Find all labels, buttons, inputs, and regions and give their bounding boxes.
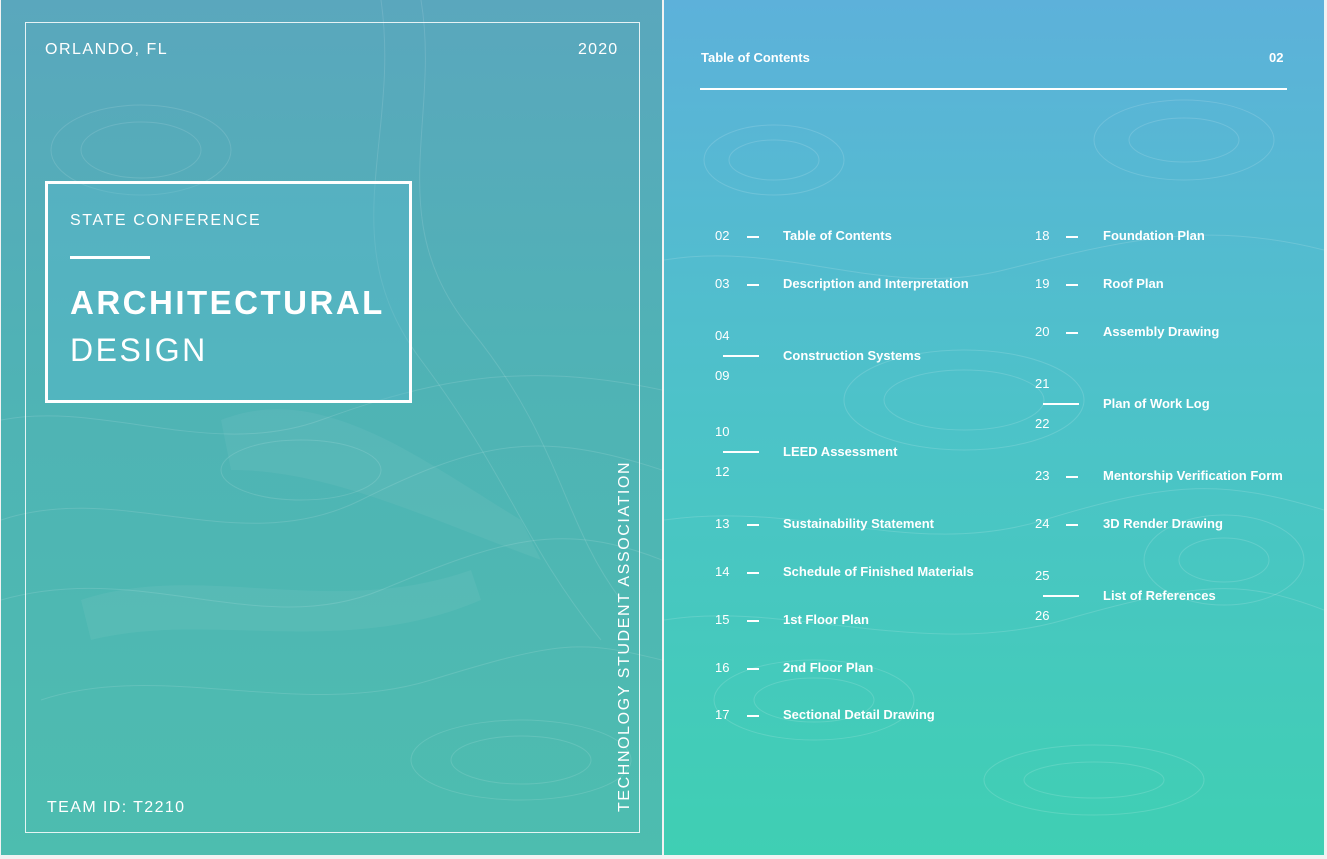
title-box: STATE CONFERENCE ARCHITECTURAL DESIGN — [45, 181, 412, 403]
toc-entry-dash — [747, 715, 759, 717]
contour-texture — [664, 99, 1324, 816]
toc-entry-label: Schedule of Finished Materials — [783, 564, 974, 579]
toc-entry-dash — [747, 620, 759, 622]
toc-entry-dash — [1066, 284, 1078, 286]
toc-entry-label: Table of Contents — [783, 228, 892, 243]
toc-entry-label: Sectional Detail Drawing — [783, 707, 935, 722]
team-id: TEAM ID: T2210 — [47, 799, 186, 816]
toc-entry-page-start: 25 — [1035, 568, 1050, 583]
toc-entry-dash — [747, 572, 759, 574]
toc-entry-dash — [1066, 476, 1078, 478]
toc-entry-page: 19 — [1035, 276, 1050, 291]
toc-entry-label: 2nd Floor Plan — [783, 660, 874, 675]
toc-entry-label: 1st Floor Plan — [783, 612, 869, 627]
title-main: ARCHITECTURAL — [70, 284, 385, 321]
toc-entry-label: Description and Interpretation — [783, 276, 969, 291]
toc-header: Table of Contents — [701, 50, 810, 65]
cover-location: ORLANDO, FL — [45, 41, 169, 58]
toc-entry-page-start: 21 — [1035, 376, 1050, 391]
toc-entry-dash — [747, 284, 759, 286]
cover-page: ORLANDO, FL 2020 STATE CONFERENCE ARCHIT… — [1, 0, 662, 855]
toc-entry-dash — [747, 524, 759, 526]
toc-entry-label: Roof Plan — [1103, 276, 1164, 291]
toc-entry-page-end: 26 — [1035, 608, 1050, 623]
toc-entry-label: Plan of Work Log — [1103, 396, 1210, 411]
title-kicker: STATE CONFERENCE — [70, 212, 262, 229]
toc-entry-dash — [1043, 595, 1079, 597]
toc-entry-label: List of References — [1103, 588, 1216, 603]
toc-entry-page-end: 09 — [715, 368, 730, 383]
toc-entry-dash — [723, 451, 759, 453]
toc-entry-dash — [747, 236, 759, 238]
toc-entry-label: Construction Systems — [783, 348, 921, 363]
toc-entry-label: Sustainability Statement — [783, 516, 934, 531]
toc-entry-label: Foundation Plan — [1103, 228, 1205, 243]
toc-entry-dash — [1066, 332, 1078, 334]
toc-entry-page-end: 12 — [715, 464, 730, 479]
toc-entry-page: 02 — [715, 228, 730, 243]
toc-entry-page-start: 10 — [715, 424, 730, 439]
toc-entry-dash — [1066, 524, 1078, 526]
toc-entry-page: 13 — [715, 516, 730, 531]
toc-entry-dash — [1043, 403, 1079, 405]
toc-page: Table of Contents 02 02 Table of Content… — [664, 0, 1324, 855]
toc-entry-page-start: 04 — [715, 328, 730, 343]
toc-entry-label: Mentorship Verification Form — [1103, 468, 1283, 483]
toc-entry-page: 24 — [1035, 516, 1050, 531]
toc-page-number: 02 — [1269, 50, 1284, 65]
toc-entry-page-end: 22 — [1035, 416, 1050, 431]
toc-entry-label: 3D Render Drawing — [1103, 516, 1223, 531]
title-sub: DESIGN — [70, 332, 208, 368]
toc-entry-page: 20 — [1035, 324, 1050, 339]
organization-name: TECHNOLOGY STUDENT ASSOCIATION — [616, 460, 633, 812]
toc-entry-dash — [747, 668, 759, 670]
toc-entry-dash — [1066, 236, 1078, 238]
toc-entry-label: LEED Assessment — [783, 444, 898, 459]
cover-frame — [25, 22, 640, 833]
cover-year: 2020 — [578, 41, 619, 58]
toc-entry-page: 03 — [715, 276, 730, 291]
toc-entry-dash — [723, 355, 759, 357]
toc-entry-page: 14 — [715, 564, 730, 579]
toc-entry-page: 18 — [1035, 228, 1050, 243]
toc-rule — [700, 88, 1287, 90]
toc-entry-page: 16 — [715, 660, 730, 675]
title-rule — [70, 256, 150, 259]
toc-entry-page: 23 — [1035, 468, 1050, 483]
toc-entry-label: Assembly Drawing — [1103, 324, 1220, 339]
toc-entry-page: 17 — [715, 707, 730, 722]
toc-entry-page: 15 — [715, 612, 730, 627]
